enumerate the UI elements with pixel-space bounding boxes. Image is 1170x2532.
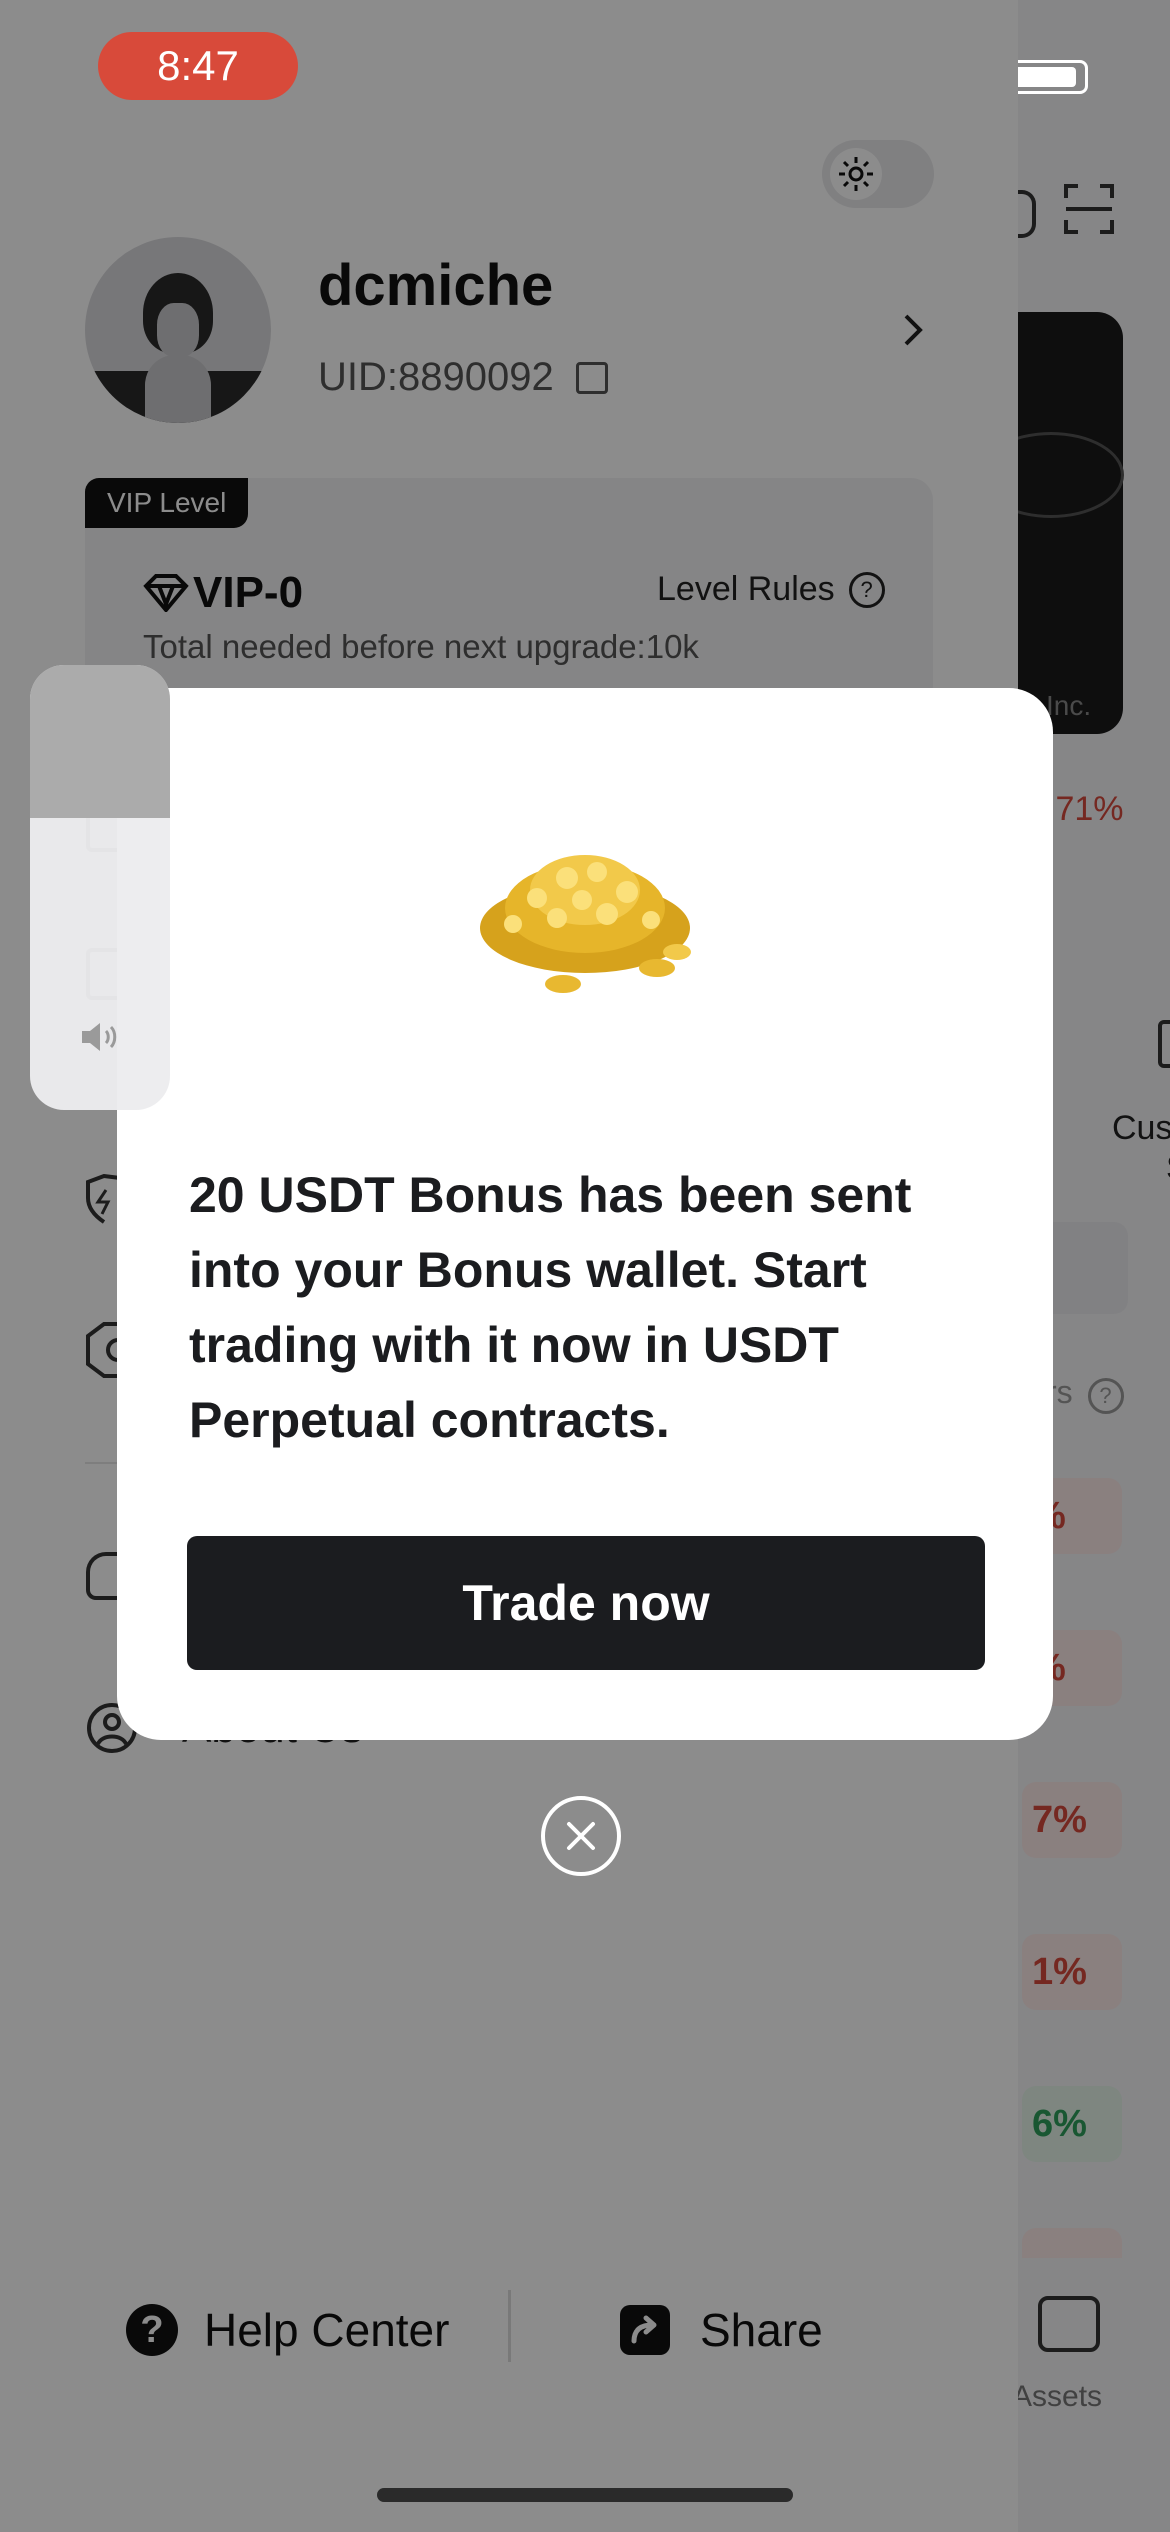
trade-now-button[interactable]: Trade now xyxy=(187,1536,985,1670)
volume-track-empty xyxy=(30,665,170,818)
battery-icon xyxy=(1018,60,1088,94)
gold-coins-image xyxy=(467,838,707,998)
status-time: 8:47 xyxy=(98,32,298,100)
speaker-icon xyxy=(80,1020,124,1054)
home-indicator[interactable] xyxy=(377,2488,793,2502)
bonus-message: 20 USDT Bonus has been sent into your Bo… xyxy=(189,1167,912,1448)
bonus-modal: 20 USDT Bonus has been sent into your Bo… xyxy=(117,688,1053,1740)
volume-hud xyxy=(30,665,170,1110)
close-icon xyxy=(567,1822,595,1850)
close-modal-button[interactable] xyxy=(541,1796,621,1876)
